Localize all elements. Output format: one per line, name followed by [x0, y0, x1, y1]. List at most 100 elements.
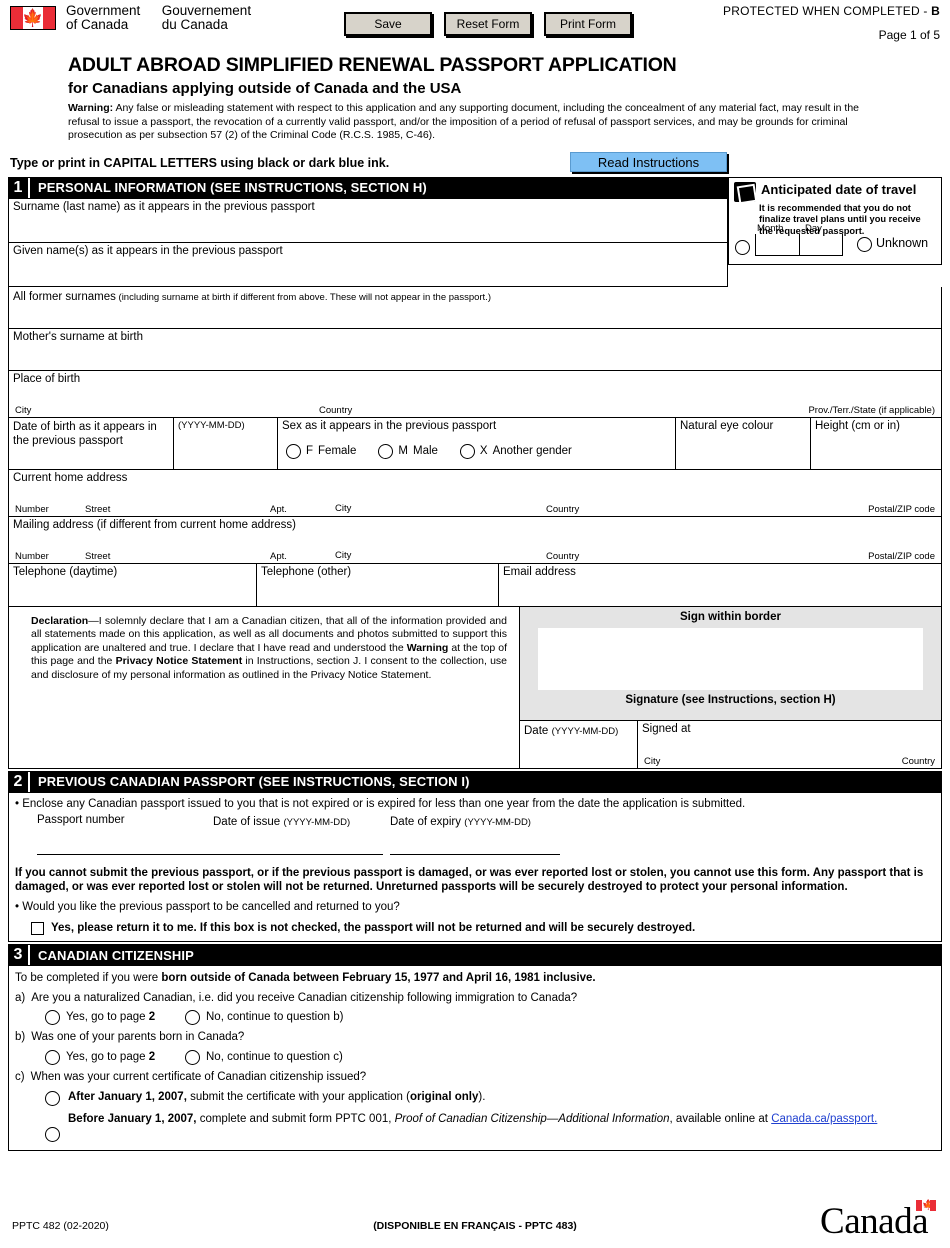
question-b-yes-prefix: Yes, go to page: [66, 1050, 149, 1063]
certificate-before-2007-label: Before January 1, 2007, complete and sub…: [68, 1112, 877, 1127]
telephone-other-label: Telephone (other): [261, 565, 352, 578]
section-1-number: 1: [8, 177, 30, 198]
question-a-no-radio[interactable]: [185, 1010, 200, 1025]
certificate-after-2007-rest: submit the certificate with your applica…: [186, 1091, 410, 1103]
travel-unknown-radio[interactable]: [857, 236, 872, 252]
date-of-expiry-label: Date of expiry: [390, 816, 461, 828]
read-instructions-button[interactable]: Read Instructions: [570, 151, 727, 172]
signature-date-format: (YYYY-MM-DD): [551, 725, 619, 737]
telephone-other-field[interactable]: Telephone (other): [257, 563, 499, 606]
surname-field[interactable]: Surname (last name) as it appears in the…: [8, 198, 728, 243]
home-address-street-label: Street: [85, 503, 111, 515]
place-of-birth-field[interactable]: Place of birth City Country Prov./Terr./…: [8, 370, 942, 418]
travel-month-input[interactable]: [755, 233, 799, 256]
signed-at-city-label: City: [644, 755, 661, 767]
former-surnames-field[interactable]: All former surnames (including surname a…: [8, 286, 942, 329]
question-c-text: When was your current certificate of Can…: [30, 1070, 367, 1083]
return-passport-checkbox[interactable]: [31, 921, 44, 935]
question-a-yes-prefix: Yes, go to page: [66, 1011, 149, 1024]
question-a-label: a): [15, 991, 26, 1004]
signed-at-field[interactable]: Signed at City Country: [638, 721, 941, 768]
question-a-no-option[interactable]: No, continue to question b): [185, 1010, 343, 1025]
question-b-no-option[interactable]: No, continue to question c): [185, 1049, 343, 1065]
certificate-after-2007-radio[interactable]: [45, 1091, 60, 1106]
certificate-before-2007-option[interactable]: Before January 1, 2007, complete and sub…: [15, 1112, 935, 1142]
save-button[interactable]: Save: [344, 12, 432, 36]
passport-number-input[interactable]: [37, 831, 217, 855]
page-footer: PPTC 482 (02-2020) (DISPONIBLE EN FRANÇA…: [0, 1186, 950, 1248]
date-of-issue-label-wrap: Date of issue (YYYY-MM-DD): [213, 814, 350, 828]
sex-male-radio[interactable]: [378, 443, 394, 459]
print-instruction-note: Type or print in CAPITAL LETTERS using b…: [10, 155, 390, 170]
sex-another-code: X: [479, 445, 488, 457]
email-field[interactable]: Email address: [499, 564, 941, 606]
instruction-row: Type or print in CAPITAL LETTERS using b…: [0, 151, 950, 177]
sex-another-label: Another gender: [492, 445, 572, 457]
anticipated-travel-panel: Anticipated date of travel It is recomme…: [728, 176, 942, 265]
question-b-yes-radio[interactable]: [45, 1049, 60, 1065]
gov-fr-line2: du Canada: [161, 17, 228, 32]
canada-wordmark-flag-icon: 🍁: [916, 1200, 936, 1211]
eye-colour-field[interactable]: Natural eye colour: [676, 417, 811, 469]
warning-label: Warning:: [68, 102, 114, 114]
date-of-birth-field[interactable]: Date of birth as it appears in the previ…: [9, 417, 174, 469]
former-surnames-label: All former surnames (including surname a…: [9, 287, 941, 305]
certificate-after-2007-option[interactable]: After January 1, 2007, submit the certif…: [15, 1090, 935, 1106]
sex-option-male[interactable]: M Male: [378, 443, 438, 459]
surname-label: Surname (last name) as it appears in the…: [13, 200, 315, 213]
question-a-yes-option[interactable]: Yes, go to page 2: [45, 1010, 185, 1025]
travel-day-label: Day: [805, 222, 822, 234]
signature-input[interactable]: [538, 627, 923, 690]
signature-panel: Sign within border Signature (see Instru…: [520, 606, 941, 720]
section-2-bullet-1: • Enclose any Canadian passport issued t…: [15, 797, 746, 810]
mother-surname-field[interactable]: Mother's surname at birth: [8, 328, 942, 371]
travel-date-radio[interactable]: [735, 239, 750, 255]
home-address-field[interactable]: Current home address Number Street Apt. …: [8, 469, 942, 517]
pob-country-label: Country: [319, 404, 353, 416]
date-of-expiry-label-wrap: Date of expiry (YYYY-MM-DD): [390, 814, 531, 828]
travel-day-input[interactable]: [799, 233, 843, 256]
section-3-intro-bold: born outside of Canada between February …: [161, 972, 596, 984]
return-passport-option[interactable]: Yes, please return it to me. If this box…: [15, 921, 935, 936]
mailing-address-field[interactable]: Mailing address (if different from curre…: [8, 516, 942, 564]
email-label: Email address: [503, 565, 576, 578]
question-a-yes-radio[interactable]: [45, 1010, 60, 1025]
mailing-address-apt-label: Apt.: [270, 550, 287, 562]
telephone-daytime-field[interactable]: Telephone (daytime): [9, 563, 257, 606]
mother-surname-label: Mother's surname at birth: [13, 330, 144, 343]
question-b-yes-label: Yes, go to page 2: [66, 1050, 155, 1065]
section-3-intro-prefix: To be completed if you were: [15, 972, 162, 984]
return-passport-label: Yes, please return it to me. If this box…: [51, 921, 696, 934]
certificate-before-2007-radio[interactable]: [45, 1127, 60, 1142]
given-names-field[interactable]: Given name(s) as it appears in the previ…: [8, 242, 728, 287]
home-address-city-label: City: [335, 502, 352, 514]
question-b: b) Was one of your parents born in Canad…: [15, 1030, 935, 1045]
question-b-yes-option[interactable]: Yes, go to page 2: [45, 1049, 185, 1065]
date-of-birth-format: (YYYY-MM-DD): [178, 419, 245, 431]
height-field[interactable]: Height (cm or in): [811, 418, 941, 469]
print-form-button[interactable]: Print Form: [544, 12, 632, 36]
sex-female-radio[interactable]: [286, 443, 301, 459]
question-b-no-radio[interactable]: [185, 1049, 200, 1065]
mailing-address-number-label: Number: [15, 550, 49, 562]
warning-paragraph: Warning: Any false or misleading stateme…: [68, 102, 876, 143]
date-of-birth-input[interactable]: (YYYY-MM-DD): [174, 417, 278, 469]
sex-another-radio[interactable]: [459, 443, 475, 459]
signed-at-label: Signed at: [642, 722, 691, 735]
travel-panel-title: Anticipated date of travel: [761, 181, 917, 197]
sex-option-female[interactable]: F Female: [286, 443, 356, 459]
home-address-postal-label: Postal/ZIP code: [868, 503, 935, 515]
declaration-dash: —: [88, 614, 99, 627]
mailing-address-country-label: Country: [546, 550, 580, 562]
sex-female-code: F: [306, 445, 314, 457]
sign-within-border-label: Sign within border: [680, 610, 781, 623]
given-names-label: Given name(s) as it appears in the previ…: [13, 244, 283, 257]
gov-en-line1: Government: [66, 3, 141, 18]
section-3-title: CANADIAN CITIZENSHIP: [38, 947, 194, 963]
date-of-expiry-input[interactable]: [390, 831, 560, 855]
date-of-issue-input[interactable]: [213, 831, 383, 855]
signature-date-field[interactable]: Date (YYYY-MM-DD): [520, 720, 638, 768]
sex-option-another[interactable]: X Another gender: [459, 443, 572, 459]
reset-form-button[interactable]: Reset Form: [444, 12, 532, 36]
canada-passport-link[interactable]: Canada.ca/passport.: [771, 1113, 877, 1125]
